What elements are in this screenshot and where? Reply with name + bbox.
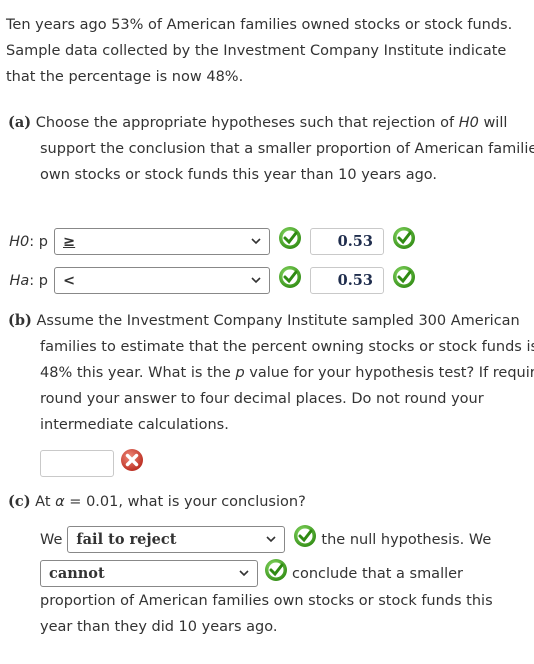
- h0-value-input[interactable]: 0.53: [310, 228, 384, 255]
- h0-row: H0: p ≥ 0.53: [0, 226, 416, 255]
- ha-operator-select[interactable]: <: [54, 267, 270, 294]
- ha-value-input[interactable]: 0.53: [310, 267, 384, 294]
- p-value-row: [40, 448, 144, 477]
- check-icon: [393, 265, 415, 288]
- we-label: We: [40, 531, 63, 548]
- conclusion-row: cannot conclude that a smaller: [40, 558, 463, 587]
- chevron-down-icon: [251, 277, 261, 284]
- chevron-down-icon: [251, 238, 261, 245]
- ha-row: Ha: p < 0.53: [0, 265, 416, 294]
- check-icon: [279, 265, 301, 288]
- h0-label: H0: p: [9, 233, 48, 250]
- decision-row: We fail to reject the null hypothesis. W…: [40, 524, 491, 553]
- question-page: Ten years ago 53% of American families o…: [0, 0, 534, 664]
- h0-operator-select[interactable]: ≥: [54, 228, 270, 255]
- can-cannot-select[interactable]: cannot: [40, 560, 258, 587]
- part-b-label: (b): [8, 312, 32, 329]
- decision-select[interactable]: fail to reject: [67, 526, 286, 553]
- part-a-label: (a): [8, 114, 32, 131]
- check-icon: [279, 226, 301, 249]
- check-icon: [294, 524, 317, 547]
- check-icon: [393, 226, 415, 249]
- chevron-down-icon: [239, 570, 249, 577]
- conclusion-text: proportion of American families own stoc…: [40, 593, 493, 635]
- check-icon: [265, 558, 287, 581]
- intro-text: Ten years ago 53% of American families o…: [6, 17, 513, 85]
- part-b-prompt: (b) Assume the Investment Company Instit…: [8, 312, 534, 433]
- p-value-input[interactable]: [40, 450, 114, 477]
- ha-label: Ha: p: [9, 272, 49, 289]
- part-c-label: (c): [8, 493, 31, 510]
- part-a-prompt: (a) Choose the appropriate hypotheses su…: [8, 110, 534, 188]
- chevron-down-icon: [266, 536, 276, 543]
- part-a-text-before: Choose the appropriate hypotheses such t…: [35, 115, 459, 131]
- part-c-prompt: (c) At α = 0.01, what is your conclusion…: [8, 493, 306, 510]
- part-a-h0: H0: [458, 115, 479, 131]
- x-icon: [121, 448, 143, 471]
